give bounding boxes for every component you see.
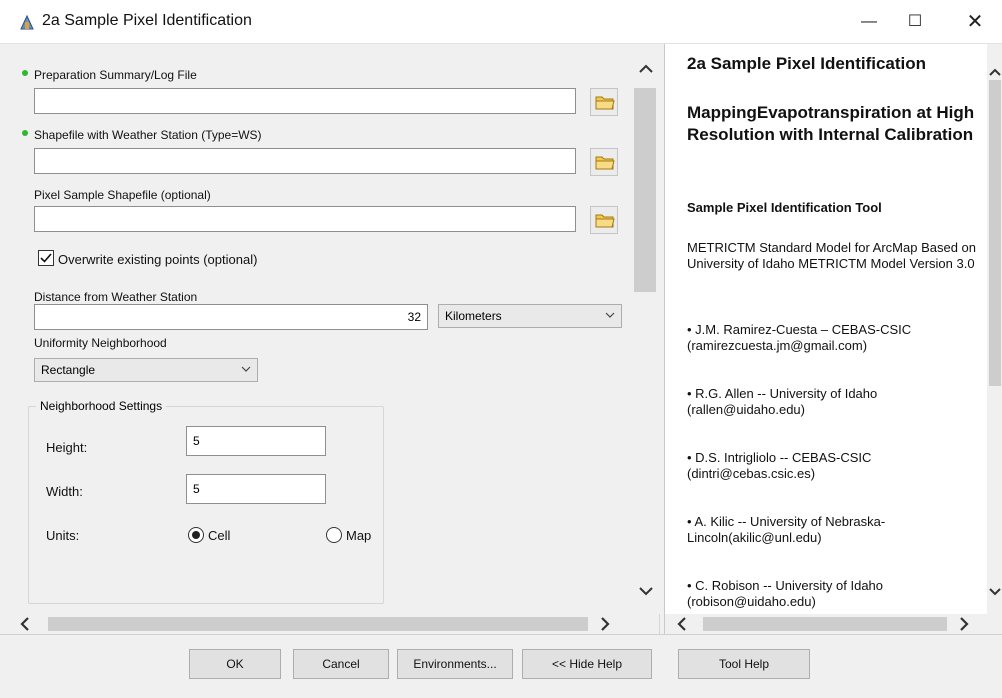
scroll-thumb[interactable] — [48, 617, 588, 631]
height-label: Height: — [46, 440, 88, 455]
units-cell-radio[interactable] — [188, 527, 204, 543]
help-paragraph: METRICTM Standard Model for ArcMap Based… — [687, 240, 977, 271]
prep-log-browse-button[interactable] — [590, 88, 618, 116]
cancel-button[interactable]: Cancel — [293, 649, 389, 679]
help-author-item: • A. Kilic -- University of Nebraska-Lin… — [687, 514, 886, 545]
scroll-thumb[interactable] — [634, 88, 656, 292]
checkmark-icon — [40, 253, 52, 263]
help-pane: 2a Sample Pixel Identification MappingEv… — [664, 44, 1002, 634]
window-title: 2a Sample Pixel Identification — [42, 12, 252, 29]
hide-help-button[interactable]: << Hide Help — [522, 649, 652, 679]
pixel-sample-label: Pixel Sample Shapefile (optional) — [34, 188, 211, 202]
overwrite-label: Overwrite existing points (optional) — [58, 252, 258, 267]
uniformity-value: Rectangle — [41, 363, 96, 377]
scroll-up-icon[interactable] — [989, 64, 1001, 79]
units-cell-label: Cell — [208, 528, 231, 543]
help-author-item: • R.G. Allen -- University of Idaho (ral… — [687, 386, 878, 417]
scroll-right-icon[interactable] — [600, 617, 610, 634]
neighborhood-settings-title: Neighborhood Settings — [36, 399, 167, 413]
height-input[interactable] — [186, 426, 326, 456]
parameters-horizontal-scrollbar[interactable] — [8, 614, 632, 634]
required-indicator — [22, 70, 28, 76]
scroll-thumb[interactable] — [989, 80, 1001, 386]
units-label: Units: — [46, 528, 80, 543]
help-title: 2a Sample Pixel Identification — [687, 54, 927, 73]
prep-log-label: Preparation Summary/Log File — [34, 68, 197, 82]
units-map-radio[interactable] — [326, 527, 342, 543]
folder-open-icon — [595, 154, 615, 173]
distance-label: Distance from Weather Station — [34, 290, 198, 304]
title-bar: 2a Sample Pixel Identification — ☐ ✕ — [0, 0, 1002, 44]
tool-help-button[interactable]: Tool Help — [678, 649, 810, 679]
ok-button[interactable]: OK — [189, 649, 281, 679]
dialog-button-bar: OK Cancel Environments... << Hide Help T… — [0, 634, 1002, 698]
folder-open-icon — [595, 212, 615, 231]
scroll-up-icon[interactable] — [638, 62, 654, 77]
width-label: Width: — [46, 484, 83, 499]
shapefile-input[interactable] — [34, 148, 576, 174]
width-input[interactable] — [186, 474, 326, 504]
uniformity-label: Uniformity Neighborhood — [34, 336, 167, 350]
radio-selected-dot — [192, 531, 200, 539]
scroll-down-icon[interactable] — [638, 584, 654, 599]
close-button[interactable]: ✕ — [952, 0, 998, 44]
help-author-item: • D.S. Intrigliolo -- CEBAS-CSIC (dintri… — [687, 450, 872, 481]
maximize-button[interactable]: ☐ — [892, 0, 938, 44]
help-subtitle: MappingEvapotranspiration at High Resolu… — [687, 103, 975, 144]
units-map-label: Map — [346, 528, 372, 543]
chevron-down-icon — [241, 362, 251, 376]
environments-button[interactable]: Environments... — [397, 649, 513, 679]
scroll-thumb[interactable] — [703, 617, 947, 631]
scroll-left-icon[interactable] — [677, 617, 687, 634]
distance-unit-value: Kilometers — [445, 309, 502, 323]
shapefile-label: Shapefile with Weather Station (Type=WS) — [34, 128, 262, 142]
tool-app-icon — [18, 13, 36, 31]
distance-input[interactable] — [34, 304, 428, 330]
help-author-item: • C. Robison -- University of Idaho (rob… — [687, 578, 884, 609]
overwrite-checkbox[interactable] — [38, 250, 54, 266]
chevron-down-icon — [605, 308, 615, 322]
pixel-sample-browse-button[interactable] — [590, 206, 618, 234]
shapefile-browse-button[interactable] — [590, 148, 618, 176]
scroll-down-icon[interactable] — [989, 584, 1001, 599]
parameters-pane: Preparation Summary/Log File Shapefile w… — [8, 44, 660, 634]
help-vertical-scrollbar[interactable] — [987, 44, 1002, 614]
prep-log-input[interactable] — [34, 88, 576, 114]
minimize-button[interactable]: — — [846, 0, 892, 44]
help-author-item: • J.M. Ramirez-Cuesta – CEBAS-CSIC (rami… — [687, 322, 912, 353]
scroll-left-icon[interactable] — [20, 617, 30, 634]
uniformity-dropdown[interactable]: Rectangle — [34, 358, 258, 382]
required-indicator — [22, 130, 28, 136]
distance-unit-dropdown[interactable]: Kilometers — [438, 304, 622, 328]
parameters-vertical-scrollbar[interactable] — [632, 44, 660, 614]
scroll-right-icon[interactable] — [959, 617, 969, 634]
folder-open-icon — [595, 94, 615, 113]
help-horizontal-scrollbar[interactable] — [665, 614, 1002, 634]
help-section-heading: Sample Pixel Identification Tool — [687, 200, 882, 215]
pixel-sample-input[interactable] — [34, 206, 576, 232]
